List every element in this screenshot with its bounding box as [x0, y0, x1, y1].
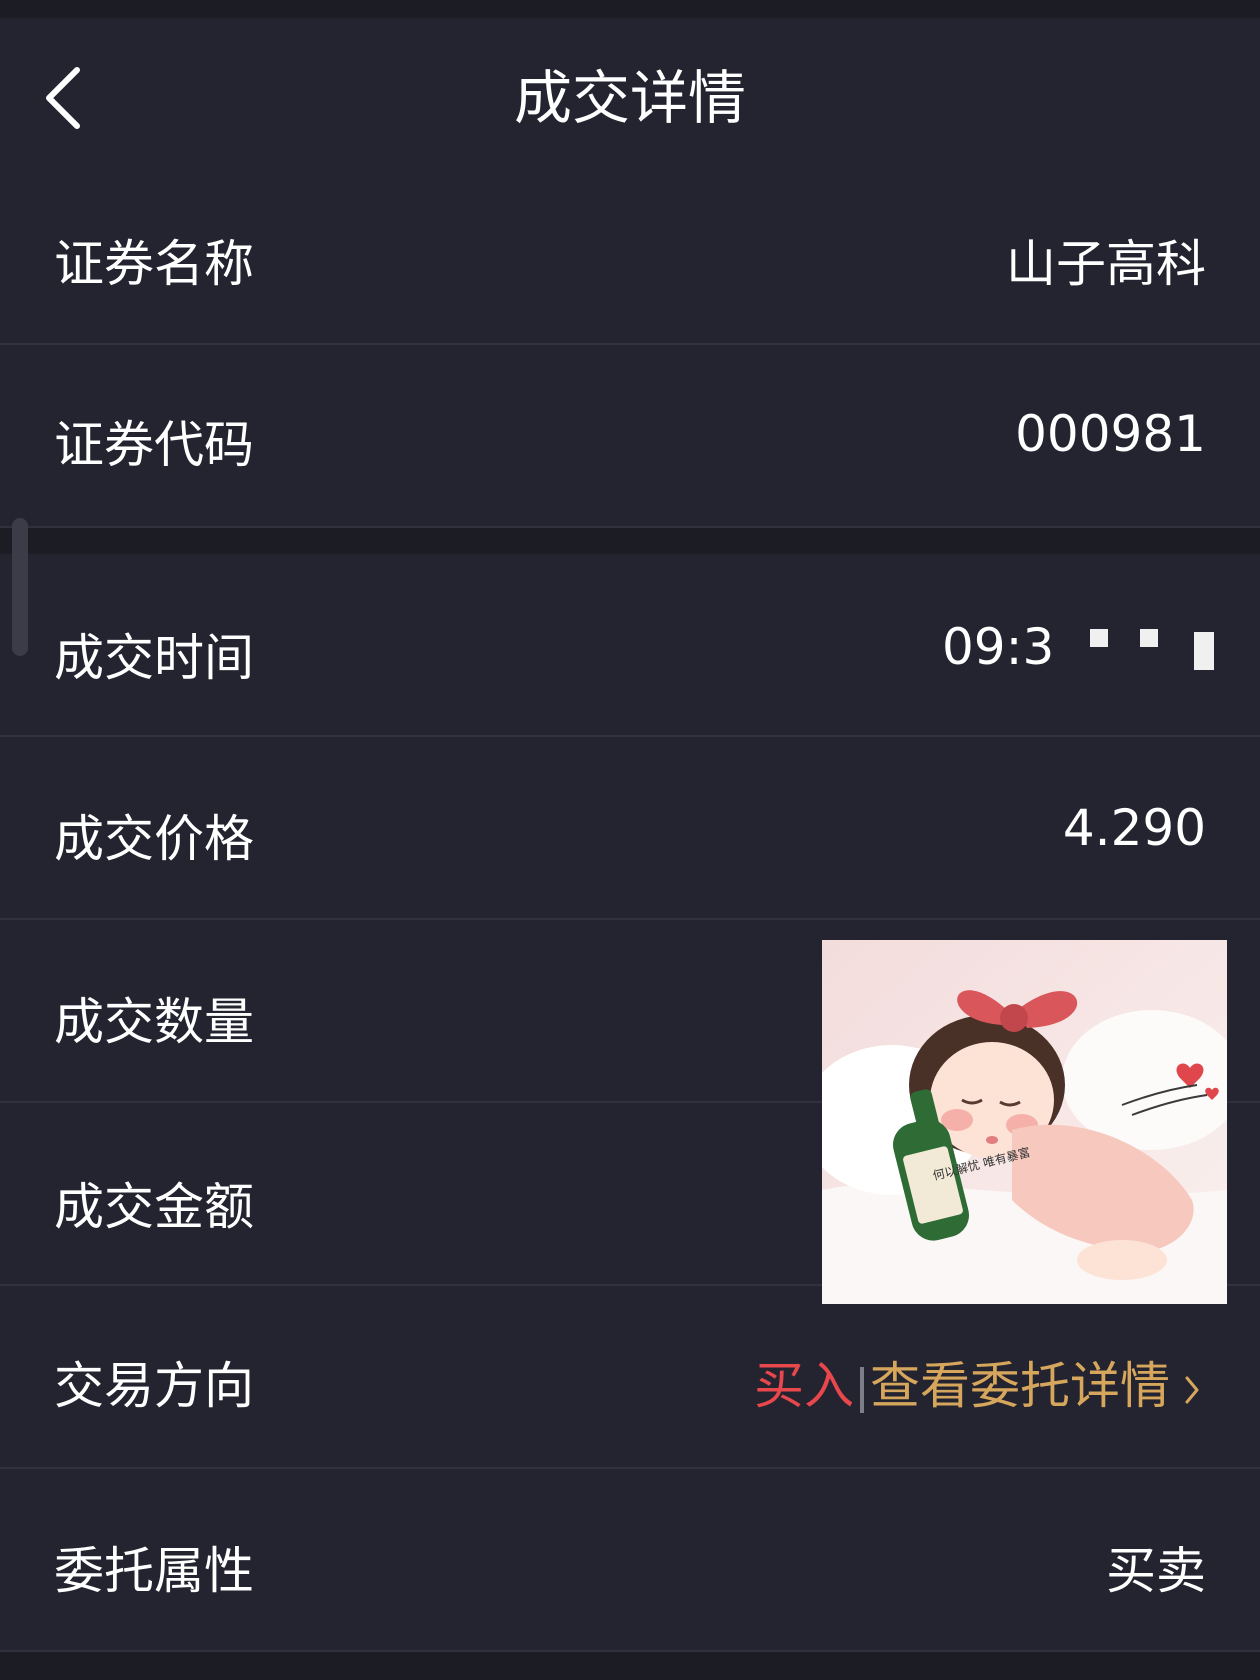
- chevron-right-icon: [1185, 1376, 1199, 1403]
- view-order-detail-label: 查看委托详情: [870, 1357, 1170, 1415]
- row-label: 证券代码: [54, 416, 254, 474]
- divider: [860, 1366, 864, 1413]
- row-label: 成交时间: [54, 629, 254, 687]
- view-order-detail-link[interactable]: 查看委托详情: [870, 1357, 1200, 1415]
- row-security-code: 证券代码 000981: [0, 345, 1260, 528]
- trade-time-text: 09:3: [942, 618, 1055, 676]
- row-trade-direction: 交易方向 买入 查看委托详情: [0, 1286, 1260, 1469]
- row-label: 证券名称: [54, 235, 254, 293]
- sticker-photo: 何以解忧 唯有暴富: [822, 940, 1227, 1304]
- row-label: 成交数量: [54, 993, 254, 1051]
- row-value: 买卖: [1106, 1542, 1206, 1600]
- sleeping-girl-illustration: 何以解忧 唯有暴富: [822, 940, 1227, 1304]
- bottom-strip: [0, 1652, 1260, 1680]
- row-value: 09:3: [942, 618, 1214, 676]
- direction-buy-text: 买入: [754, 1357, 854, 1415]
- row-label: 成交金额: [54, 1178, 254, 1236]
- row-trade-time: 成交时间 09:3: [0, 554, 1260, 737]
- redaction-mask: [1140, 628, 1159, 647]
- row-trade-price: 成交价格 4.290: [0, 737, 1260, 920]
- trade-detail-page: 成交详情 证券名称 山子高科 证券代码 000981 成交时间 09:3 成交价…: [0, 0, 1260, 1680]
- row-order-attribute: 委托属性 买卖: [0, 1469, 1260, 1652]
- row-value: 000981: [1015, 405, 1206, 463]
- section-divider: [0, 528, 1260, 554]
- row-security-name: 证券名称 山子高科: [0, 168, 1260, 345]
- redaction-mask: [1194, 631, 1214, 670]
- row-value: 4.290: [1062, 799, 1206, 857]
- header: 成交详情: [0, 18, 1260, 168]
- row-label: 交易方向: [54, 1357, 254, 1415]
- row-label: 委托属性: [54, 1542, 254, 1600]
- status-bar-strip: [0, 0, 1260, 18]
- row-value: 买入 查看委托详情: [754, 1346, 1200, 1418]
- row-value: 山子高科: [1006, 235, 1206, 293]
- row-label: 成交价格: [54, 810, 254, 868]
- page-title: 成交详情: [513, 64, 746, 132]
- redaction-mask: [1090, 628, 1109, 647]
